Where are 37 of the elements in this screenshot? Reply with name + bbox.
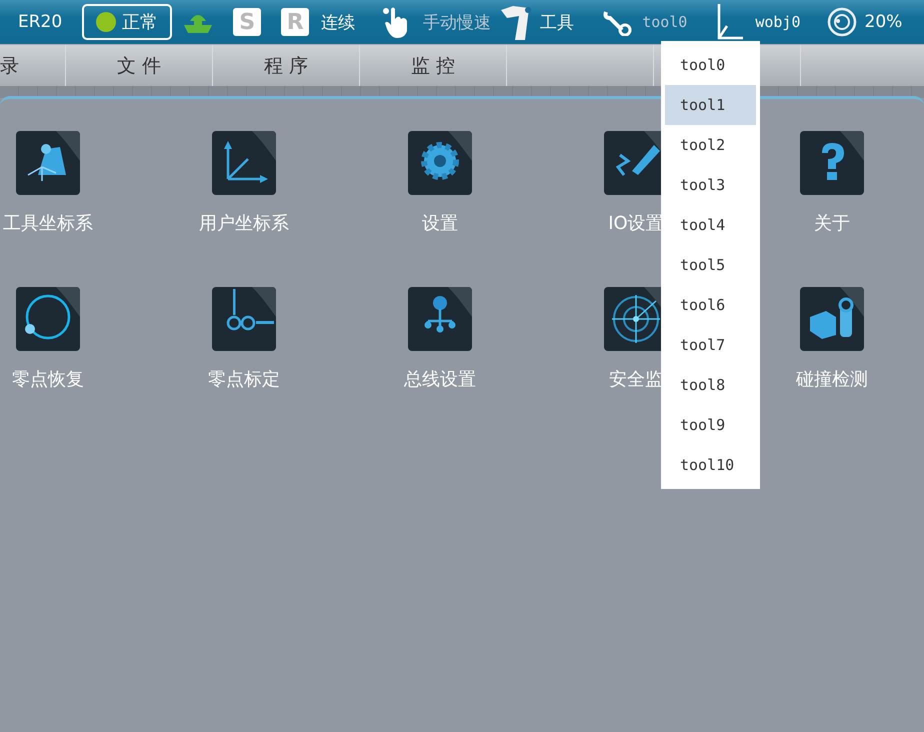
tile-label: 关于 xyxy=(814,212,850,236)
gauge-icon[interactable] xyxy=(826,7,856,37)
tool-label: 工具 xyxy=(540,12,574,34)
settings-icon[interactable] xyxy=(408,131,472,195)
speed-percent[interactable]: 20% xyxy=(864,12,902,32)
tile-label: 工具坐标系 xyxy=(3,212,93,236)
about-icon[interactable] xyxy=(800,131,864,195)
tile-label: 用户坐标系 xyxy=(199,212,289,236)
tile-label: 总线设置 xyxy=(404,368,476,392)
zero-calib-icon[interactable] xyxy=(212,287,276,351)
zero-restore-icon[interactable] xyxy=(16,287,80,351)
dropdown-item[interactable]: tool1 xyxy=(665,85,756,125)
dropdown-item[interactable]: tool2 xyxy=(665,125,756,165)
run-mode[interactable]: 连续 xyxy=(321,10,356,34)
dropdown-item[interactable]: tool5 xyxy=(665,245,756,285)
user-frame-icon[interactable] xyxy=(212,131,276,195)
dropdown-item[interactable]: tool8 xyxy=(665,365,756,405)
tile-label: 设置 xyxy=(422,212,458,236)
dropdown-item[interactable]: tool0 xyxy=(665,45,756,85)
tile-label: IO设置 xyxy=(608,212,664,236)
robot-arm-icon[interactable] xyxy=(499,4,534,40)
tile-label: 零点恢复 xyxy=(12,368,84,392)
tool-frame-icon[interactable] xyxy=(16,131,80,195)
tile-label: 安全监 xyxy=(609,368,663,392)
robot-model: ER20 xyxy=(18,12,62,32)
dropdown-item[interactable]: tool6 xyxy=(665,285,756,325)
bus-icon[interactable] xyxy=(408,287,472,351)
status-button[interactable]: 正常 xyxy=(82,4,172,40)
dropdown-item[interactable]: tool7 xyxy=(665,325,756,365)
dropdown-item[interactable]: tool3 xyxy=(665,165,756,205)
wobj-value[interactable]: wobj0 xyxy=(755,13,800,31)
collision-icon[interactable] xyxy=(800,287,864,351)
dropdown-item[interactable]: tool4 xyxy=(665,205,756,245)
tile-label: 零点标定 xyxy=(208,368,280,392)
dropdown-item[interactable]: tool9 xyxy=(665,405,756,445)
dropdown-item[interactable]: tool10 xyxy=(665,445,756,485)
tile-label: 碰撞检测 xyxy=(796,368,868,392)
